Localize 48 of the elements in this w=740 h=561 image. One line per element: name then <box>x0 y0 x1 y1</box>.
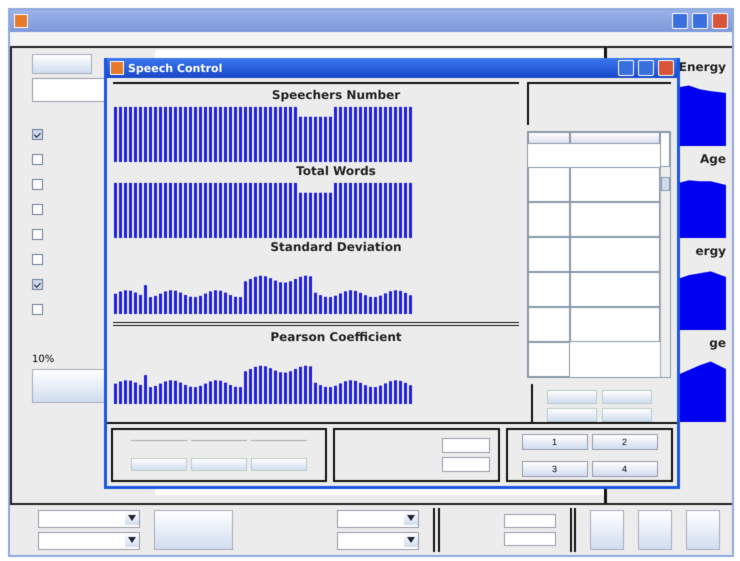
spinner-button[interactable] <box>191 458 247 470</box>
checkbox[interactable] <box>32 154 43 165</box>
progress-label: 10% <box>32 354 56 365</box>
number-button[interactable]: 2 <box>592 434 658 450</box>
chart-title: ergy <box>696 244 726 258</box>
checkbox[interactable] <box>32 129 43 140</box>
maximize-button[interactable] <box>692 13 708 29</box>
scrollbar[interactable] <box>660 167 670 377</box>
checkbox[interactable] <box>32 304 43 315</box>
close-button[interactable] <box>712 13 728 29</box>
checkbox[interactable] <box>32 204 43 215</box>
number-button[interactable]: 1 <box>522 434 588 450</box>
square-button[interactable] <box>638 510 672 550</box>
chart-title: Energy <box>678 60 726 74</box>
spinner-button[interactable] <box>251 458 307 470</box>
chart-title: ge <box>709 336 726 350</box>
input-field[interactable] <box>504 532 556 546</box>
chart-title: Age <box>700 152 726 166</box>
small-button[interactable] <box>547 408 597 422</box>
spinner-button[interactable] <box>131 458 187 470</box>
checkbox[interactable] <box>32 179 43 190</box>
checkbox[interactable] <box>32 229 43 240</box>
input-field[interactable] <box>442 457 490 472</box>
scrollbar-thumb[interactable] <box>661 177 670 191</box>
minimize-button[interactable] <box>618 60 634 76</box>
square-button[interactable] <box>590 510 624 550</box>
chart-title: Standard Deviation <box>269 240 403 254</box>
app-icon <box>110 61 124 75</box>
close-button[interactable] <box>658 60 674 76</box>
minimize-button[interactable] <box>672 13 688 29</box>
small-button[interactable] <box>602 408 652 422</box>
column-header[interactable] <box>570 132 660 144</box>
chart-title: Pearson Coefficient <box>269 330 403 344</box>
input-field[interactable] <box>504 514 556 528</box>
checkbox[interactable] <box>32 279 43 290</box>
small-button[interactable] <box>547 390 597 404</box>
small-button[interactable] <box>602 390 652 404</box>
number-button[interactable]: 3 <box>522 460 588 476</box>
chart-title: Total Words <box>295 164 377 178</box>
column-header[interactable] <box>528 132 570 144</box>
dialog-title: Speech Control <box>128 62 222 74</box>
maximize-button[interactable] <box>638 60 654 76</box>
input-field[interactable] <box>442 438 490 453</box>
checkbox[interactable] <box>32 254 43 265</box>
app-icon <box>14 14 28 28</box>
number-button[interactable]: 4 <box>592 460 658 476</box>
square-button[interactable] <box>686 510 720 550</box>
chart-title: Speechers Number <box>270 88 402 102</box>
